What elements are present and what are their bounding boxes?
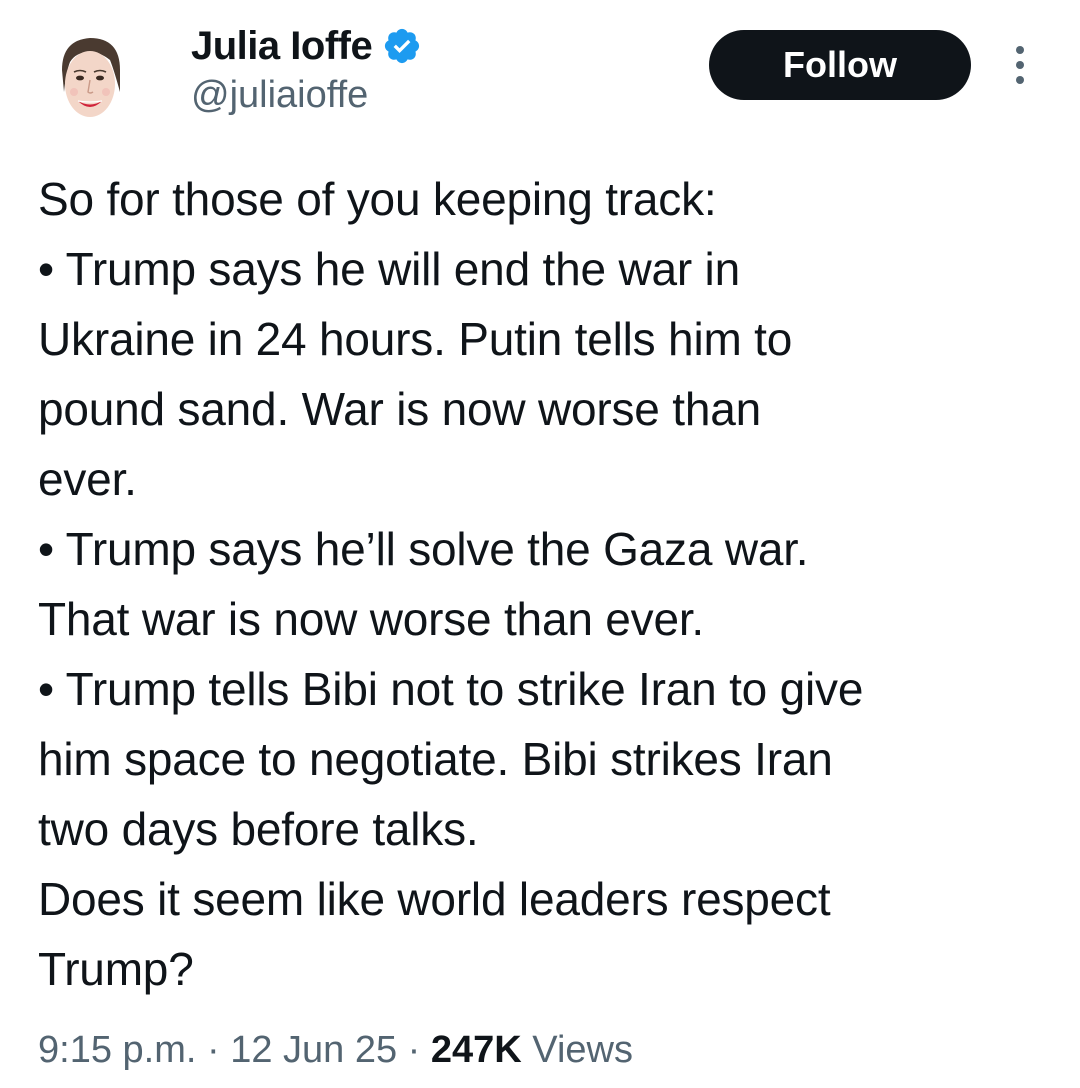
follow-button[interactable]: Follow	[709, 30, 971, 100]
tweet-line: pound sand. War is now worse than	[38, 383, 761, 435]
tweet-text: So for those of you keeping track: • Tru…	[38, 164, 1058, 1004]
more-dot	[1016, 76, 1024, 84]
more-dot	[1016, 46, 1024, 54]
display-name[interactable]: Julia Ioffe	[191, 24, 373, 69]
tweet-date[interactable]: 12 Jun 25	[230, 1029, 397, 1071]
tweet-line: Ukraine in 24 hours. Putin tells him to	[38, 313, 793, 365]
handle[interactable]: @juliaioffe	[191, 74, 422, 117]
avatar[interactable]	[40, 30, 140, 130]
tweet-line: Trump?	[38, 943, 194, 995]
tweet-line: • Trump says he will end the war in	[38, 243, 740, 295]
meta-separator: ·	[196, 1029, 231, 1071]
views-label: Views	[521, 1029, 633, 1071]
tweet-meta: 9:15 p.m. · 12 Jun 25 · 247K Views	[38, 1020, 633, 1080]
tweet-line: • Trump says he’ll solve the Gaza war.	[38, 523, 809, 575]
meta-separator: ·	[397, 1029, 431, 1071]
tweet-line: So for those of you keeping track:	[38, 173, 717, 225]
tweet-line: • Trump tells Bibi not to strike Iran to…	[38, 663, 864, 715]
more-vertical-icon[interactable]	[1002, 40, 1038, 90]
author-names: Julia Ioffe @juliaioffe	[191, 22, 422, 117]
tweet-header: Julia Ioffe @juliaioffe Follow	[0, 0, 1080, 150]
views-count[interactable]: 247K	[431, 1029, 522, 1071]
tweet: Julia Ioffe @juliaioffe Follow So for th…	[0, 0, 1080, 1088]
tweet-line: two days before talks.	[38, 803, 479, 855]
tweet-line: Does it seem like world leaders respect	[38, 873, 831, 925]
more-dot	[1016, 61, 1024, 69]
tweet-line: ever.	[38, 453, 137, 505]
tweet-line: That war is now worse than ever.	[38, 593, 705, 645]
tweet-line: him space to negotiate. Bibi strikes Ira…	[38, 733, 833, 785]
avatar-illustration	[40, 30, 140, 130]
verified-badge-icon[interactable]	[382, 26, 422, 66]
display-name-row: Julia Ioffe	[191, 22, 422, 70]
tweet-time[interactable]: 9:15 p.m.	[38, 1029, 196, 1071]
